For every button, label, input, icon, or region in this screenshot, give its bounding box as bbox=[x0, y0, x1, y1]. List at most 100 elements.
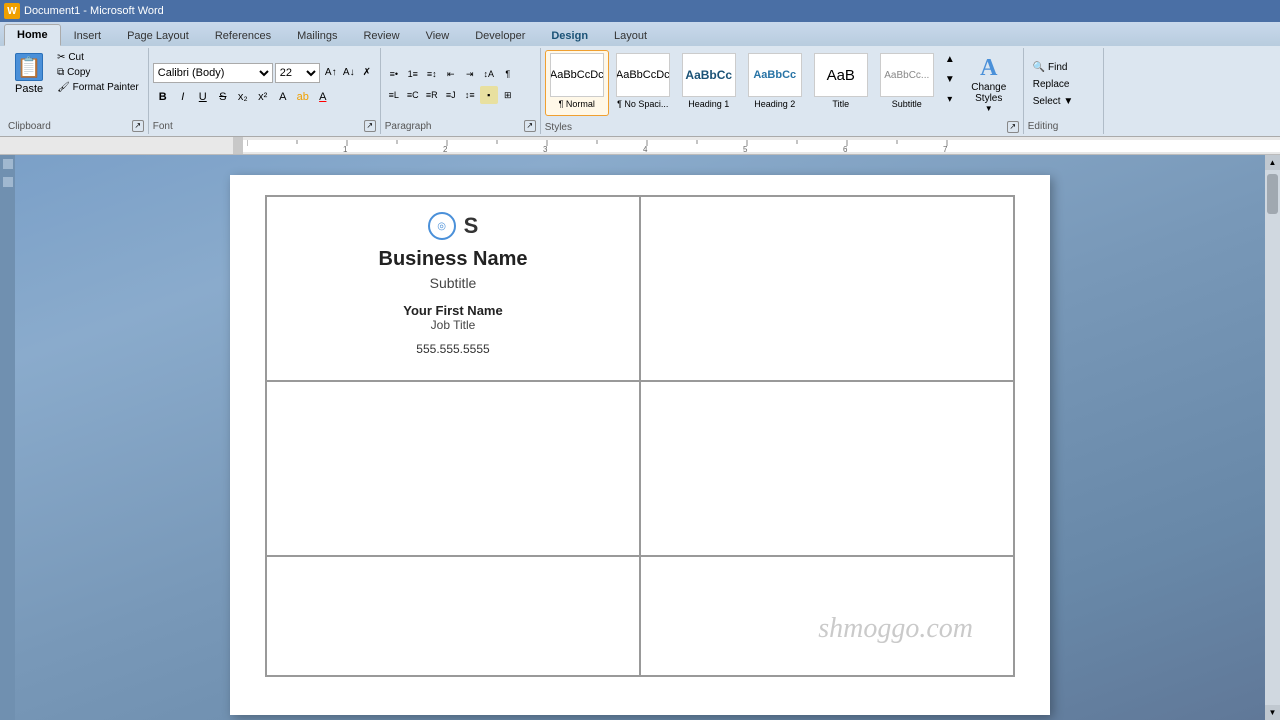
style-subtitle[interactable]: AaBbCc... Subtitle bbox=[875, 50, 939, 116]
change-styles-label: ChangeStyles bbox=[971, 82, 1006, 104]
title-bar: W Document1 - Microsoft Word bbox=[0, 0, 1280, 22]
ruler: 1 2 3 4 5 6 7 bbox=[0, 137, 1280, 155]
svg-text:2: 2 bbox=[443, 145, 448, 152]
job-title[interactable]: Job Title bbox=[431, 318, 476, 332]
decrease-indent-button[interactable]: ⇤ bbox=[442, 65, 460, 83]
increase-indent-button[interactable]: ⇥ bbox=[461, 65, 479, 83]
align-left-button[interactable]: ≡L bbox=[385, 86, 403, 104]
styles-scroll-down[interactable]: ▼ bbox=[941, 70, 959, 88]
underline-button[interactable]: U bbox=[193, 87, 213, 107]
style-heading2[interactable]: AaBbCc Heading 2 bbox=[743, 50, 807, 116]
bullets-button[interactable]: ≡• bbox=[385, 65, 403, 83]
style-heading1[interactable]: AaBbCc Heading 1 bbox=[677, 50, 741, 116]
svg-text:5: 5 bbox=[743, 145, 748, 152]
styles-group: AaBbCcDc ¶ Normal AaBbCcDc ¶ No Spaci...… bbox=[541, 48, 1024, 134]
document[interactable]: ◎ S Business Name Subtitle Your First Na… bbox=[230, 175, 1050, 715]
tab-home[interactable]: Home bbox=[4, 24, 61, 46]
card-cell-mid-right[interactable] bbox=[640, 381, 1014, 556]
page-nav-up[interactable] bbox=[3, 159, 13, 169]
styles-more[interactable]: ▾ bbox=[941, 90, 959, 108]
subscript-button[interactable]: x₂ bbox=[233, 87, 253, 107]
change-styles-dropdown-icon: ▼ bbox=[985, 104, 993, 113]
sort-button[interactable]: ↕A bbox=[480, 65, 498, 83]
paste-button[interactable]: 📋 Paste bbox=[8, 50, 50, 98]
cut-button[interactable]: ✂ Cut bbox=[52, 50, 144, 65]
show-marks-button[interactable]: ¶ bbox=[499, 65, 517, 83]
tab-references[interactable]: References bbox=[202, 24, 284, 46]
tab-layout[interactable]: Layout bbox=[601, 24, 660, 46]
styles-scroll: ▲ ▼ ▾ bbox=[941, 50, 959, 108]
clipboard-expander[interactable]: ↗ bbox=[132, 120, 144, 132]
styles-scroll-up[interactable]: ▲ bbox=[941, 50, 959, 68]
font-size-select[interactable]: 22 89101112 14161820 bbox=[275, 63, 320, 83]
shading-button[interactable]: ▪ bbox=[480, 86, 498, 104]
clear-formatting-button[interactable]: ✗ bbox=[358, 64, 376, 82]
font-color-button[interactable]: A bbox=[313, 87, 333, 107]
page-nav-down[interactable] bbox=[3, 177, 13, 187]
find-button[interactable]: 🔍 Find bbox=[1028, 60, 1073, 75]
editing-label: Editing bbox=[1028, 119, 1059, 132]
card-cell-top-left[interactable]: ◎ S Business Name Subtitle Your First Na… bbox=[266, 196, 640, 381]
logo-circle: ◎ bbox=[428, 212, 456, 240]
paste-label: Paste bbox=[15, 83, 43, 95]
svg-text:3: 3 bbox=[543, 145, 548, 152]
borders-button[interactable]: ⊞ bbox=[499, 86, 517, 104]
tab-review[interactable]: Review bbox=[350, 24, 412, 46]
strikethrough-button[interactable]: S bbox=[213, 87, 233, 107]
increase-font-button[interactable]: A↑ bbox=[322, 64, 340, 82]
paragraph-label: Paragraph bbox=[385, 119, 432, 132]
scroll-thumb[interactable] bbox=[1267, 174, 1278, 214]
ruler-left-margin bbox=[233, 137, 243, 155]
tab-design[interactable]: Design bbox=[538, 24, 601, 46]
clipboard-label: Clipboard bbox=[8, 119, 51, 132]
clipboard-group: 📋 Paste ✂ Cut ⧉ Copy 🖌 bbox=[4, 48, 149, 134]
font-name-select[interactable]: Calibri (Body) bbox=[153, 63, 273, 83]
text-highlight-button[interactable]: ab bbox=[293, 87, 313, 107]
tab-developer[interactable]: Developer bbox=[462, 24, 538, 46]
card-cell-top-right[interactable] bbox=[640, 196, 1014, 381]
align-right-button[interactable]: ≡R bbox=[423, 86, 441, 104]
bold-button[interactable]: B bbox=[153, 87, 173, 107]
italic-button[interactable]: I bbox=[173, 87, 193, 107]
numbering-button[interactable]: 1≡ bbox=[404, 65, 422, 83]
window-title: Document1 - Microsoft Word bbox=[24, 5, 164, 17]
style-normal[interactable]: AaBbCcDc ¶ Normal bbox=[545, 50, 609, 116]
line-spacing-button[interactable]: ↕≡ bbox=[461, 86, 479, 104]
scroll-down-button[interactable]: ▼ bbox=[1265, 705, 1280, 720]
scroll-up-button[interactable]: ▲ bbox=[1265, 155, 1280, 170]
card-grid: ◎ S Business Name Subtitle Your First Na… bbox=[265, 195, 1015, 677]
card-cell-bot-left[interactable] bbox=[266, 556, 640, 676]
multilevel-button[interactable]: ≡↕ bbox=[423, 65, 441, 83]
justify-button[interactable]: ≡J bbox=[442, 86, 460, 104]
card-cell-bot-right[interactable]: shmoggo.com bbox=[640, 556, 1014, 676]
change-styles-button[interactable]: A ChangeStyles ▼ bbox=[959, 50, 1019, 118]
person-name[interactable]: Your First Name bbox=[403, 303, 502, 318]
text-effects-button[interactable]: A bbox=[273, 87, 293, 107]
copy-button[interactable]: ⧉ Copy bbox=[52, 65, 144, 80]
copy-icon: ⧉ bbox=[57, 67, 64, 78]
editing-group-content: 🔍 Find Replace Select ▼ bbox=[1028, 50, 1099, 119]
change-styles-icon: A bbox=[980, 55, 997, 82]
style-heading2-preview: AaBbCc bbox=[748, 53, 802, 97]
tab-insert[interactable]: Insert bbox=[61, 24, 115, 46]
format-painter-button[interactable]: 🖌 Format Painter bbox=[52, 80, 144, 95]
tab-page-layout[interactable]: Page Layout bbox=[114, 24, 202, 46]
style-no-spacing[interactable]: AaBbCcDc ¶ No Spaci... bbox=[611, 50, 675, 116]
decrease-font-button[interactable]: A↓ bbox=[340, 64, 358, 82]
tab-mailings[interactable]: Mailings bbox=[284, 24, 350, 46]
align-center-button[interactable]: ≡C bbox=[404, 86, 422, 104]
font-expander[interactable]: ↗ bbox=[364, 120, 376, 132]
tab-view[interactable]: View bbox=[413, 24, 463, 46]
styles-expander[interactable]: ↗ bbox=[1007, 121, 1019, 133]
select-button[interactable]: Select ▼ bbox=[1028, 94, 1078, 109]
phone[interactable]: 555.555.5555 bbox=[416, 342, 489, 356]
replace-button[interactable]: Replace bbox=[1028, 77, 1075, 92]
svg-text:1: 1 bbox=[343, 145, 348, 152]
paragraph-expander[interactable]: ↗ bbox=[524, 120, 536, 132]
business-name[interactable]: Business Name bbox=[379, 248, 528, 271]
style-title[interactable]: AaB Title bbox=[809, 50, 873, 116]
styles-gallery: AaBbCcDc ¶ Normal AaBbCcDc ¶ No Spaci...… bbox=[545, 50, 939, 120]
card-subtitle[interactable]: Subtitle bbox=[430, 275, 477, 291]
card-cell-mid-left[interactable] bbox=[266, 381, 640, 556]
superscript-button[interactable]: x² bbox=[253, 87, 273, 107]
